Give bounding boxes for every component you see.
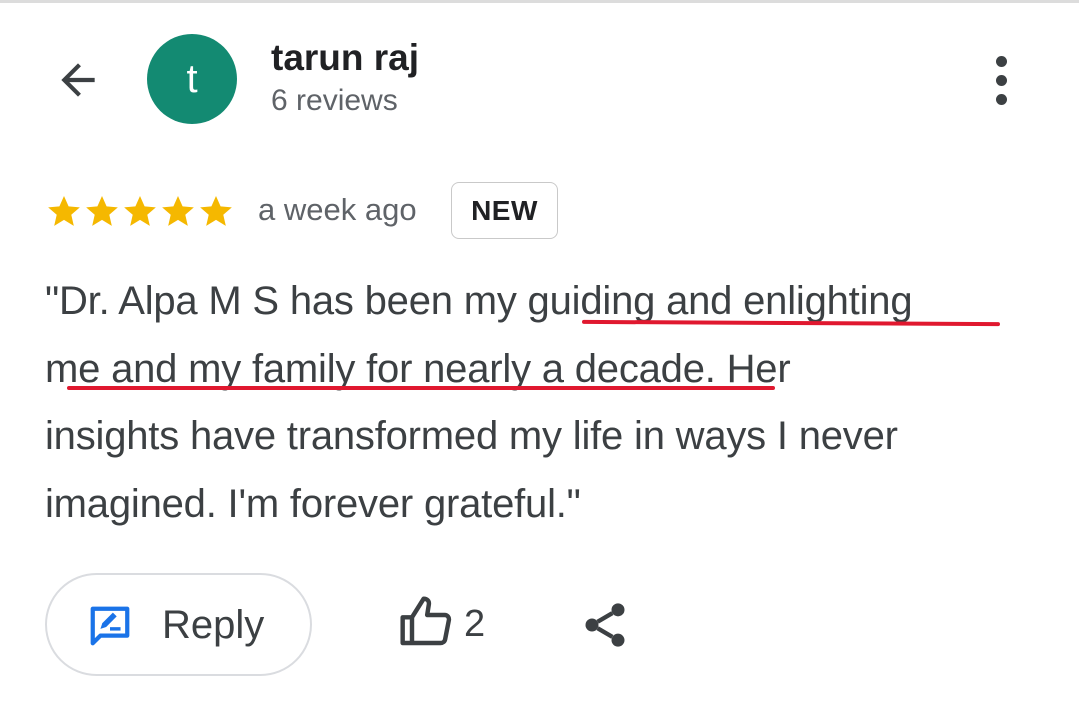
avatar[interactable]: t (147, 34, 237, 124)
star-icon (124, 195, 156, 226)
red-highlight-underline (67, 386, 775, 390)
author-name[interactable]: tarun raj (271, 36, 419, 80)
thumbs-up-icon[interactable] (398, 594, 454, 650)
share-icon[interactable] (578, 599, 632, 651)
review-text-line: insights have transformed my life in way… (45, 414, 898, 458)
review-text-line: me and my family for nearly a decade. He… (45, 346, 791, 391)
review-text-line: imagined. I'm forever grateful." (45, 481, 581, 526)
arrow-left-icon (61, 63, 95, 97)
like-count: 2 (464, 603, 486, 645)
star-icon (200, 195, 232, 226)
avatar-letter: t (186, 56, 198, 101)
review-text: "Dr. Alpa M S has been my guiding and en… (45, 268, 1045, 538)
top-divider (0, 0, 1079, 3)
reply-button[interactable]: Reply (45, 573, 312, 676)
star-icon (48, 195, 80, 226)
back-button[interactable] (48, 50, 108, 110)
new-badge: NEW (451, 182, 558, 239)
more-vertical-icon (995, 55, 1007, 67)
reply-edit-icon (90, 606, 130, 646)
star-icon (86, 195, 118, 226)
review-detail-page: t tarun raj 6 reviews a week ago NEW "Dr… (0, 0, 1079, 715)
more-options-button[interactable] (981, 50, 1021, 110)
more-vertical-icon-dot (995, 93, 1007, 105)
star-icon (162, 195, 194, 226)
author-review-count: 6 reviews (271, 84, 398, 117)
review-time: a week ago (258, 192, 417, 227)
star-rating (45, 192, 235, 230)
reply-label: Reply (162, 603, 265, 647)
more-vertical-icon-dot (995, 74, 1007, 86)
